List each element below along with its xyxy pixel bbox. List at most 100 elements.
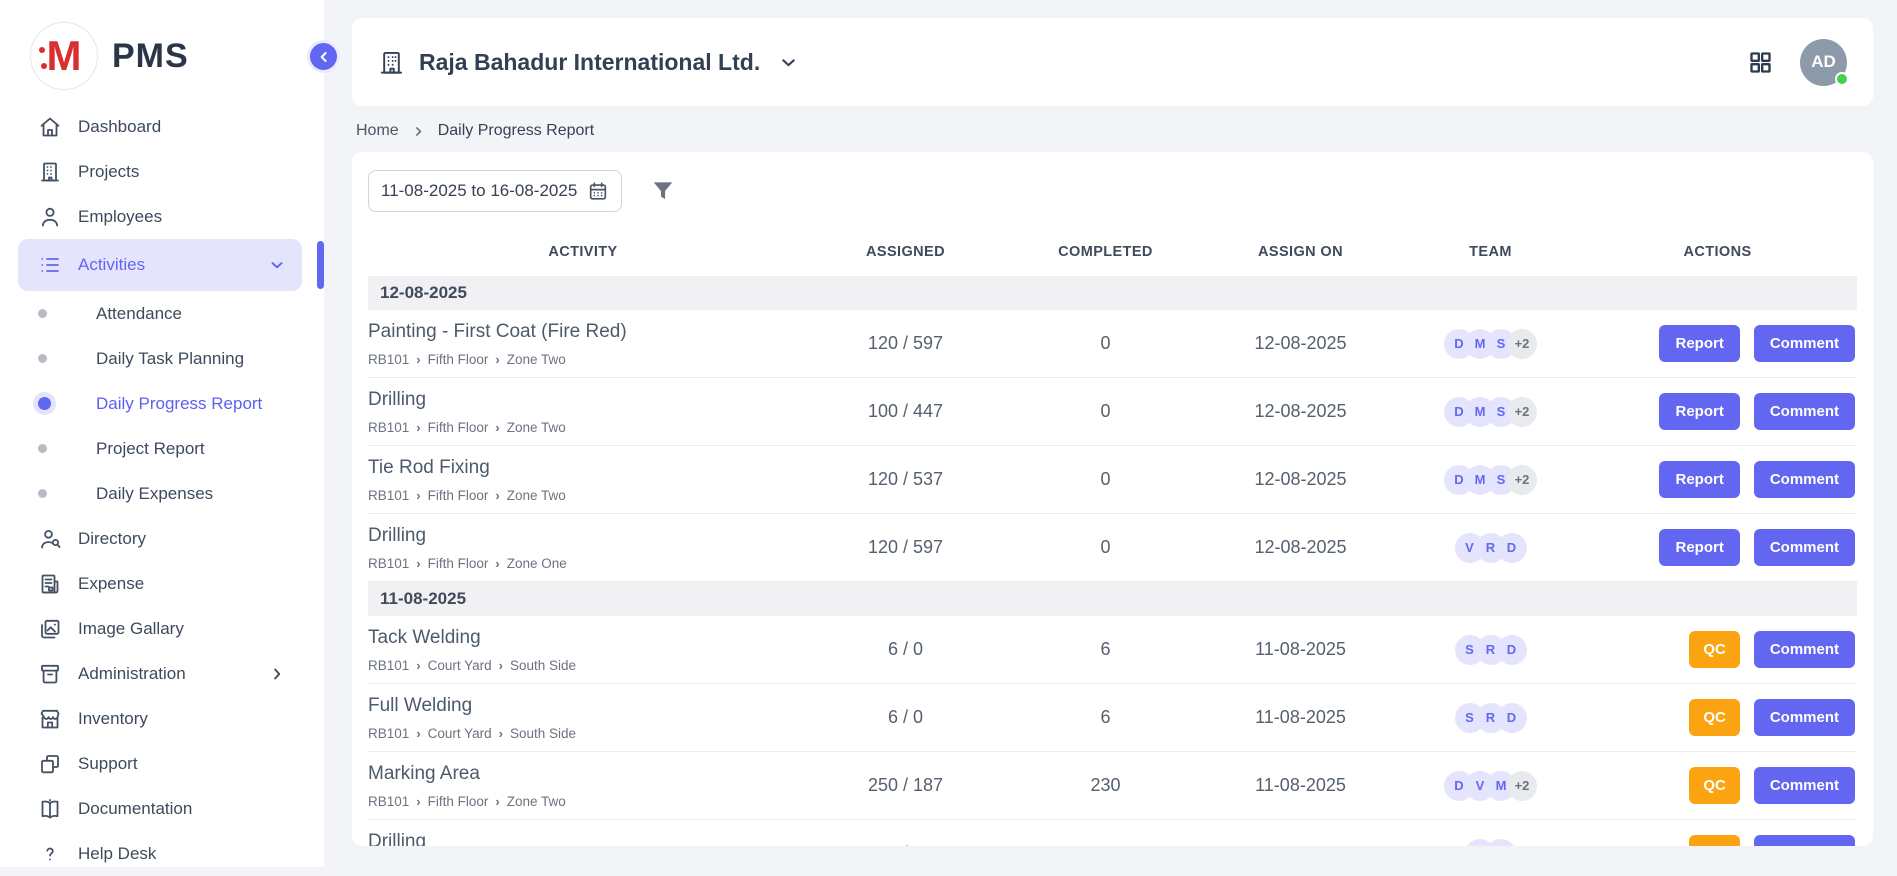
breadcrumb: Home Daily Progress Report bbox=[356, 122, 1873, 140]
sidebar-collapse-button[interactable] bbox=[307, 40, 340, 73]
report-button[interactable]: Report bbox=[1659, 393, 1739, 430]
assigned-value: 6 / 0 bbox=[798, 639, 1013, 660]
column-header-completed: COMPLETED bbox=[1013, 244, 1198, 260]
building-icon bbox=[38, 160, 62, 184]
chevron-right-icon: › bbox=[499, 726, 503, 741]
report-button[interactable]: Report bbox=[1659, 529, 1739, 566]
qc-button[interactable]: QC bbox=[1689, 835, 1740, 846]
app-logo: M PMS bbox=[0, 0, 324, 104]
sidebar-item-directory[interactable]: Directory bbox=[18, 516, 302, 561]
sidebar-item-daily-task-planning[interactable]: Daily Task Planning bbox=[0, 336, 324, 381]
sidebar-item-image-gallary[interactable]: Image Gallary bbox=[18, 606, 302, 651]
completed-value: 0 bbox=[1013, 469, 1198, 490]
breadcrumb-home-link[interactable]: Home bbox=[356, 122, 399, 140]
chevron-right-icon bbox=[412, 125, 425, 138]
team-avatars: DMS+2 bbox=[1403, 465, 1578, 495]
assigned-value: 120 / 447 bbox=[798, 843, 1013, 846]
apps-grid-button[interactable] bbox=[1747, 49, 1774, 76]
table-row: Drilling RB101›Fifth Floor›Zone One 120 … bbox=[368, 514, 1857, 582]
team-avatar[interactable]: D bbox=[1497, 533, 1527, 563]
table-header-row: ACTIVITYASSIGNEDCOMPLETEDASSIGN ONTEAMAC… bbox=[368, 228, 1857, 276]
row-actions: QC Comment bbox=[1578, 631, 1857, 668]
team-avatar[interactable]: D bbox=[1497, 703, 1527, 733]
sidebar-item-daily-expenses[interactable]: Daily Expenses bbox=[0, 471, 324, 516]
row-actions: Report Comment bbox=[1578, 325, 1857, 362]
team-avatar[interactable]: R bbox=[1486, 839, 1516, 847]
team-avatar[interactable]: D bbox=[1497, 635, 1527, 665]
date-range-field[interactable] bbox=[368, 170, 622, 212]
activity-path: RB101›Fifth Floor›Zone Two bbox=[368, 488, 798, 503]
team-extra-count[interactable]: +2 bbox=[1507, 329, 1537, 359]
comment-button[interactable]: Comment bbox=[1754, 699, 1855, 736]
qc-button[interactable]: QC bbox=[1689, 767, 1740, 804]
date-range-input[interactable] bbox=[381, 181, 577, 201]
image-icon bbox=[38, 617, 62, 641]
activity-name: Drilling bbox=[368, 831, 798, 847]
row-actions: QC Comment bbox=[1578, 835, 1857, 846]
qc-button[interactable]: QC bbox=[1689, 631, 1740, 668]
chevron-right-icon: › bbox=[495, 352, 499, 367]
sidebar-item-documentation[interactable]: Documentation bbox=[18, 786, 302, 831]
sidebar-item-label: Dashboard bbox=[78, 117, 161, 137]
logo-dots-decoration bbox=[39, 47, 55, 69]
sidebar-item-inventory[interactable]: Inventory bbox=[18, 696, 302, 741]
table-row: Full Welding RB101›Court Yard›South Side… bbox=[368, 684, 1857, 752]
comment-button[interactable]: Comment bbox=[1754, 835, 1855, 846]
user-avatar[interactable]: AD bbox=[1800, 39, 1847, 86]
comment-button[interactable]: Comment bbox=[1754, 325, 1855, 362]
chevron-right-icon bbox=[268, 665, 286, 683]
sidebar-item-dashboard[interactable]: Dashboard bbox=[18, 104, 302, 149]
sidebar-item-label: Inventory bbox=[78, 709, 148, 729]
sidebar-item-employees[interactable]: Employees bbox=[18, 194, 302, 239]
comment-button[interactable]: Comment bbox=[1754, 767, 1855, 804]
sidebar-item-projects[interactable]: Projects bbox=[18, 149, 302, 194]
team-extra-count[interactable]: +2 bbox=[1507, 465, 1537, 495]
bullet-icon bbox=[38, 397, 51, 410]
activity-name: Marking Area bbox=[368, 763, 798, 785]
breadcrumb-current: Daily Progress Report bbox=[438, 122, 595, 140]
completed-value: 6 bbox=[1013, 639, 1198, 660]
assigned-value: 120 / 597 bbox=[798, 537, 1013, 558]
report-button[interactable]: Report bbox=[1659, 461, 1739, 498]
sidebar-item-daily-progress-report[interactable]: Daily Progress Report bbox=[0, 381, 324, 426]
filter-button[interactable] bbox=[650, 178, 676, 204]
sidebar-item-project-report[interactable]: Project Report bbox=[0, 426, 324, 471]
sidebar-item-attendance[interactable]: Attendance bbox=[0, 291, 324, 336]
qc-button[interactable]: QC bbox=[1689, 699, 1740, 736]
app-name: PMS bbox=[112, 37, 189, 76]
comment-button[interactable]: Comment bbox=[1754, 461, 1855, 498]
comment-button[interactable]: Comment bbox=[1754, 529, 1855, 566]
sidebar-item-label: Support bbox=[78, 754, 138, 774]
assign-on-date: 12-08-2025 bbox=[1198, 469, 1403, 490]
team-extra-count[interactable]: +2 bbox=[1507, 771, 1537, 801]
assign-on-date: 11-08-2025 bbox=[1198, 775, 1403, 796]
filter-row bbox=[368, 170, 1857, 212]
sidebar-item-administration[interactable]: Administration bbox=[18, 651, 302, 696]
list-icon bbox=[38, 253, 62, 277]
sidebar-item-expense[interactable]: Expense bbox=[18, 561, 302, 606]
activity-name: Tack Welding bbox=[368, 627, 798, 649]
calendar-icon[interactable] bbox=[587, 180, 609, 202]
assign-on-date: 12-08-2025 bbox=[1198, 537, 1403, 558]
team-avatars: VRD bbox=[1403, 533, 1578, 563]
sidebar-item-help-desk[interactable]: Help Desk bbox=[18, 831, 302, 876]
comment-button[interactable]: Comment bbox=[1754, 631, 1855, 668]
main-area: Raja Bahadur International Ltd. AD Home … bbox=[324, 0, 1897, 867]
activity-path: RB101›Court Yard›South Side bbox=[368, 658, 798, 673]
sidebar-item-activities[interactable]: Activities bbox=[18, 239, 302, 291]
chevron-right-icon: › bbox=[495, 488, 499, 503]
logo-icon: M bbox=[30, 22, 98, 90]
person-search-icon bbox=[38, 527, 62, 551]
chevron-right-icon: › bbox=[416, 352, 420, 367]
report-button[interactable]: Report bbox=[1659, 325, 1739, 362]
comment-button[interactable]: Comment bbox=[1754, 393, 1855, 430]
company-selector[interactable]: Raja Bahadur International Ltd. bbox=[378, 49, 799, 76]
assigned-value: 6 / 0 bbox=[798, 707, 1013, 728]
chevron-right-icon: › bbox=[416, 420, 420, 435]
book-icon bbox=[38, 797, 62, 821]
team-extra-count[interactable]: +2 bbox=[1507, 397, 1537, 427]
sidebar-item-support[interactable]: Support bbox=[18, 741, 302, 786]
sidebar-nav: Dashboard Projects Employees Activities … bbox=[0, 104, 324, 876]
table-body: 12-08-2025 Painting - First Coat (Fire R… bbox=[368, 276, 1857, 846]
receipt-icon bbox=[38, 572, 62, 596]
